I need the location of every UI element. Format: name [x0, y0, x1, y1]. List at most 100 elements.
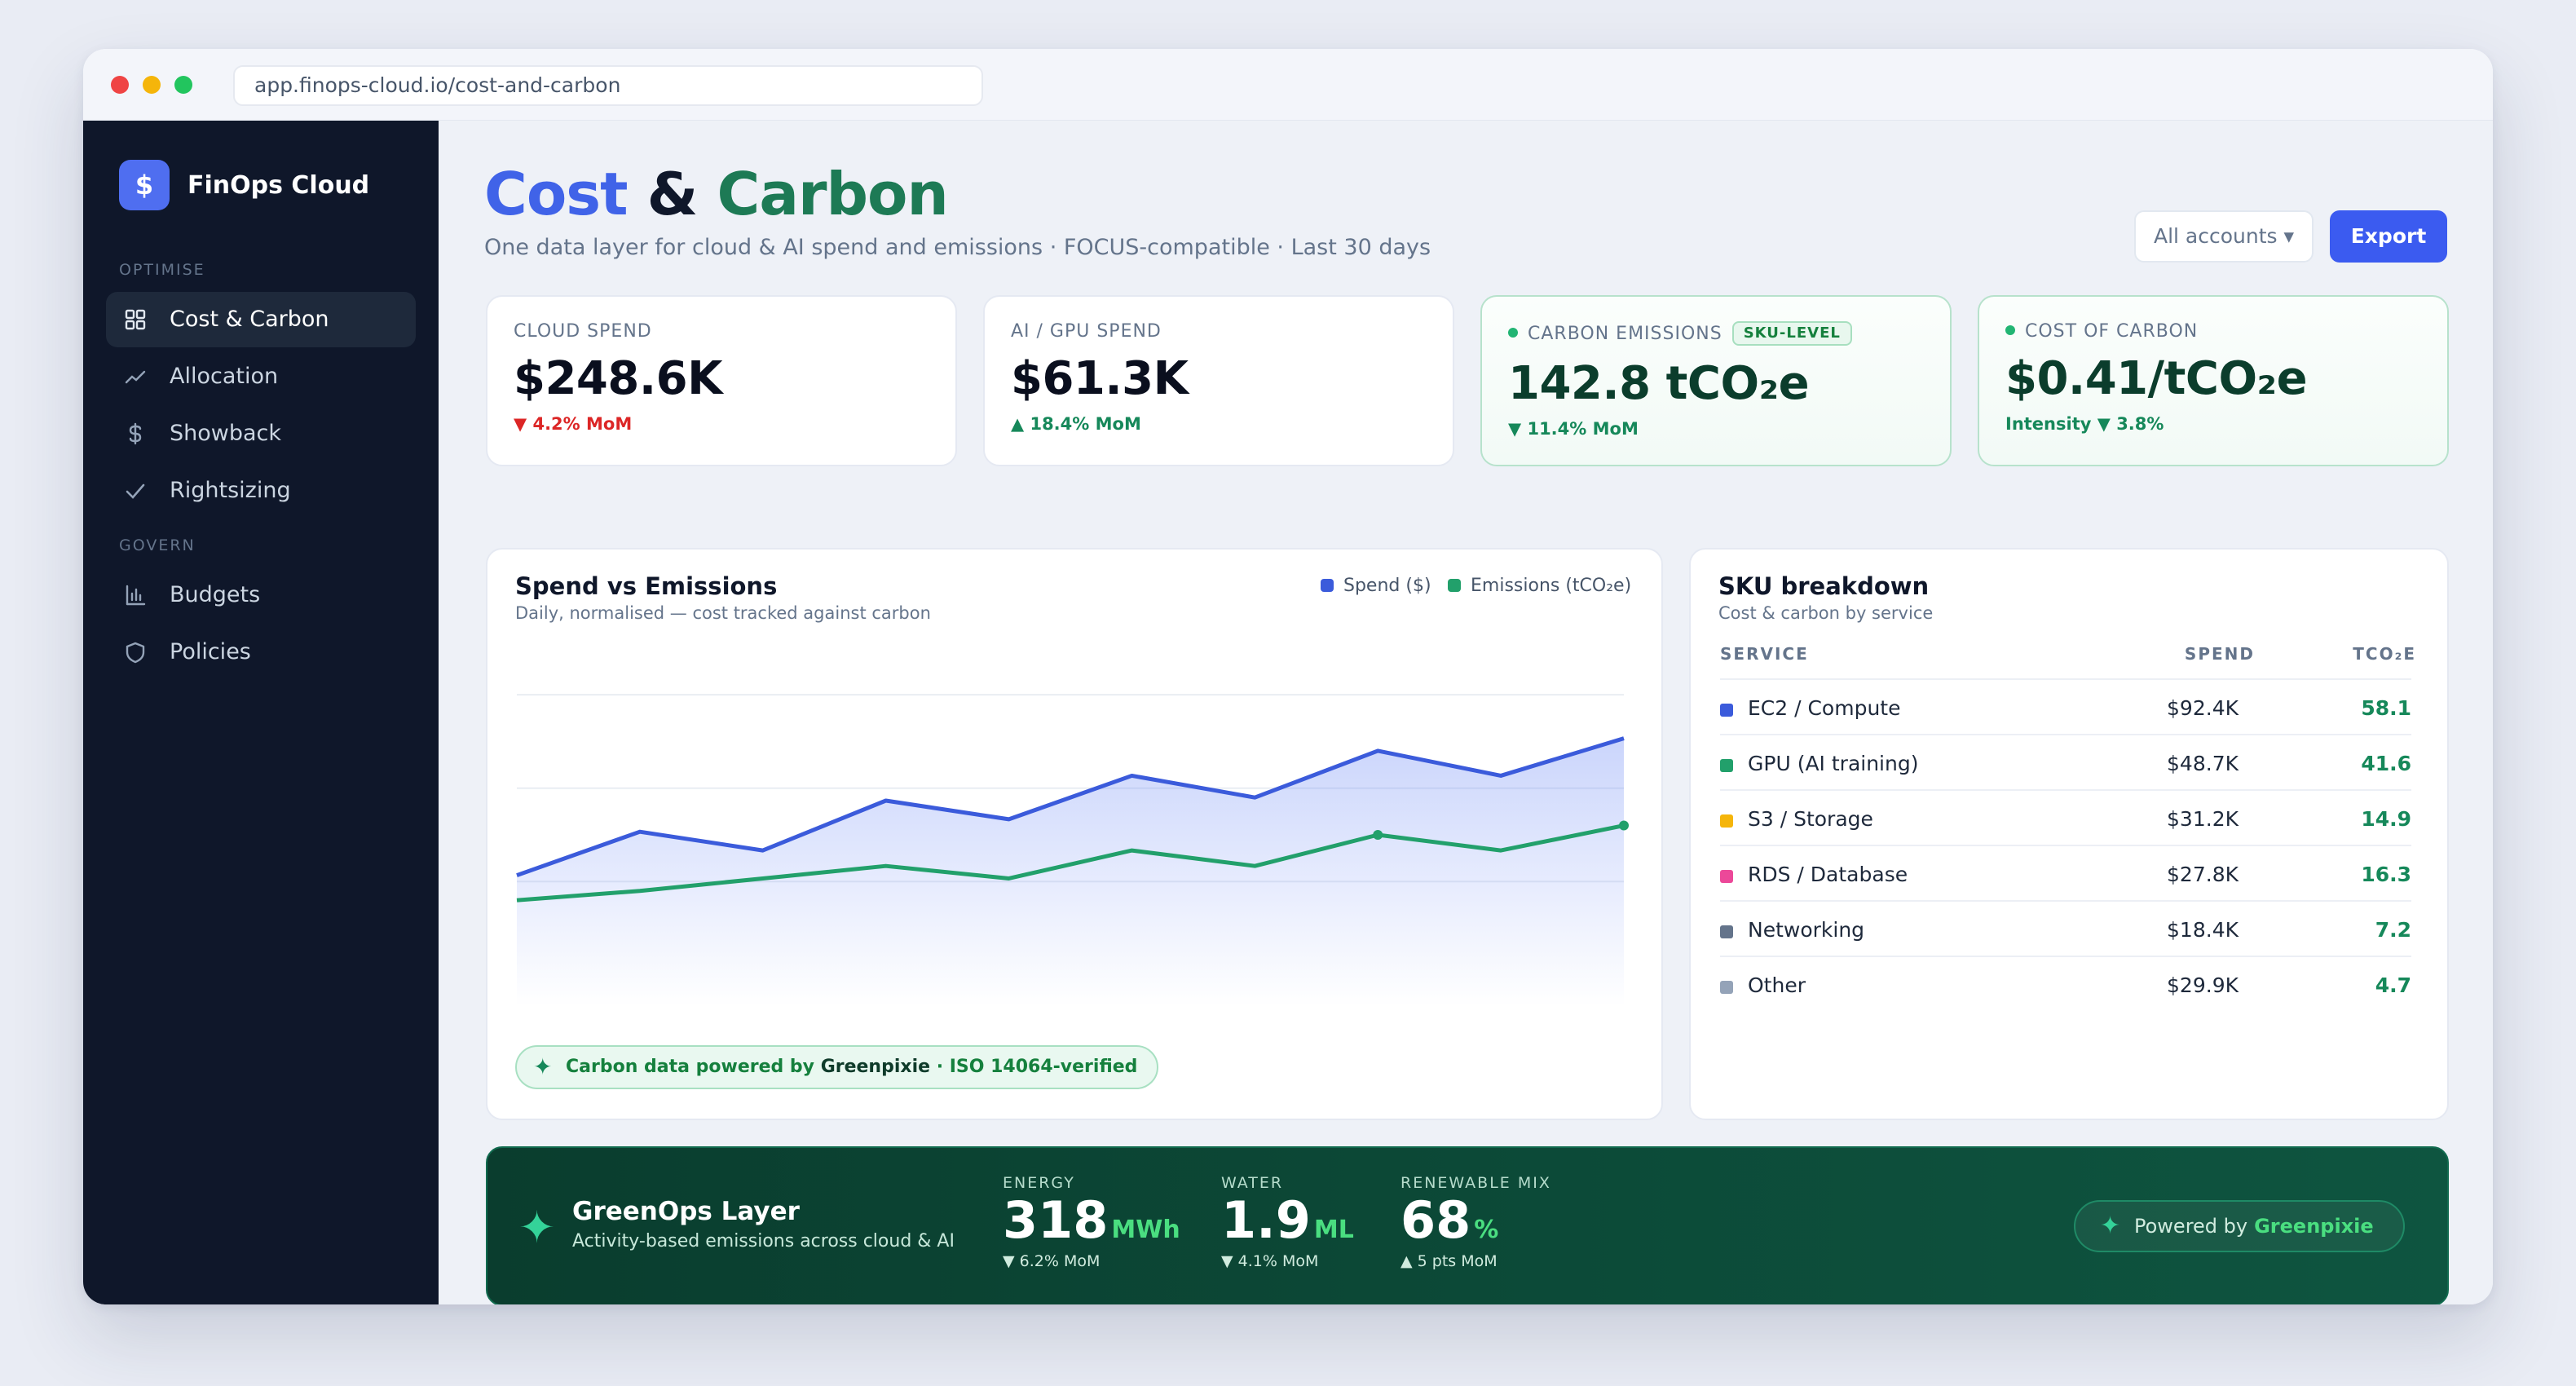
spend-emissions-chart	[516, 694, 1629, 1006]
service-name: RDS / Database	[1748, 863, 1908, 886]
kpi-card-carbon-emissions: CARBON EMISSIONS SKU-LEVEL 142.8 tCO₂e ▼ …	[1480, 295, 1952, 466]
check-icon	[126, 483, 145, 499]
service-spend: $92.4K	[2167, 696, 2239, 720]
service-name: GPU (AI training)	[1748, 752, 1919, 775]
emissions-point[interactable]	[1373, 830, 1383, 840]
sku-header-service: SERVICE	[1720, 644, 1809, 664]
sku-header-co2: TCO₂E	[2353, 644, 2416, 664]
sidebar-item-label: Budgets	[170, 582, 261, 607]
emissions-point[interactable]	[1619, 820, 1629, 831]
main-content: Cost & Carbon One data layer for cloud &…	[439, 121, 2493, 1304]
sparkle-icon: ✦	[2100, 1212, 2121, 1240]
service-swatch	[1720, 870, 1733, 883]
service-name: Networking	[1748, 918, 1865, 942]
service-name: Other	[1748, 973, 1806, 997]
kpi-delta: ▼ 4.2% MoM	[514, 414, 633, 434]
page-title-part: &	[646, 160, 699, 228]
table-row[interactable]: GPU (AI training) $48.7K 41.6	[1720, 734, 2411, 789]
service-spend: $27.8K	[2167, 863, 2239, 886]
sidebar-item-cost-carbon[interactable]: Cost & Carbon	[106, 292, 416, 347]
export-button[interactable]: Export	[2330, 210, 2447, 263]
metric-number: 318	[1003, 1190, 1109, 1250]
status-dot	[2005, 325, 2015, 335]
kpi-card-ai-gpu-spend: AI / GPU SPEND $61.3K ▲ 18.4% MoM	[983, 295, 1454, 466]
browser-window: app.finops-cloud.io/cost-and-carbon $ Fi…	[83, 49, 2493, 1304]
metric-number: 68	[1400, 1190, 1471, 1250]
sku-header-spend: SPEND	[2184, 644, 2255, 664]
sidebar-item-rightsizing[interactable]: Rightsizing	[106, 463, 416, 519]
kpi-label-text: COST OF CARBON	[2025, 321, 2199, 342]
sparkle-icon: ✦	[533, 1053, 553, 1080]
renewable-mix-value: 68%	[1400, 1190, 1498, 1250]
greenops-subtitle: Activity-based emissions across cloud & …	[572, 1231, 955, 1251]
service-co2: 4.7	[2375, 973, 2411, 997]
kpi-label: AI / GPU SPEND	[1011, 321, 1162, 342]
kpi-value: $61.3K	[1011, 352, 1189, 405]
kpi-value: $0.41/tCO₂e	[2005, 352, 2308, 405]
close-window-button[interactable]	[111, 76, 129, 94]
table-row[interactable]: RDS / Database $27.8K 16.3	[1720, 845, 2411, 900]
kpi-delta: ▼ 11.4% MoM	[1508, 419, 1639, 439]
sku-subtitle: Cost & carbon by service	[1718, 603, 1934, 623]
sidebar-item-policies[interactable]: Policies	[106, 625, 416, 680]
service-spend: $29.9K	[2167, 973, 2239, 997]
powered-prefix: Powered by	[2134, 1215, 2248, 1238]
kpi-card-cloud-spend: CLOUD SPEND $248.6K ▼ 4.2% MoM	[486, 295, 957, 466]
sparkle-icon: ✦	[518, 1202, 556, 1253]
spend-area	[517, 738, 1624, 1006]
sku-breakdown-card: SKU breakdown Cost & carbon by service S…	[1689, 548, 2449, 1120]
table-row[interactable]: Other $29.9K 4.7	[1720, 956, 2411, 1011]
sidebar-item-label: Rightsizing	[170, 478, 291, 503]
service-co2: 16.3	[2361, 863, 2411, 886]
service-co2: 41.6	[2361, 752, 2411, 775]
page-title: Cost & Carbon	[484, 160, 949, 228]
maximize-window-button[interactable]	[174, 76, 192, 94]
pill-prefix: Carbon data powered by	[566, 1057, 815, 1077]
page-subtitle: One data layer for cloud & AI spend and …	[484, 235, 1431, 260]
brand-logo: $	[119, 160, 170, 210]
metric-unit: ML	[1313, 1216, 1354, 1244]
page-title-part: Cost	[484, 160, 629, 228]
service-co2: 58.1	[2361, 696, 2411, 720]
title-bar: app.finops-cloud.io/cost-and-carbon	[83, 49, 2493, 121]
sidebar: $ FinOps Cloud OPTIMISE Cost & Carbon Al…	[83, 121, 439, 1304]
kpi-delta: ▲ 18.4% MoM	[1011, 414, 1141, 434]
grid-icon	[125, 309, 146, 330]
service-name: S3 / Storage	[1748, 807, 1873, 831]
powered-by-greenpixie-badge[interactable]: ✦ Powered by Greenpixie	[2074, 1200, 2405, 1252]
renewable-mix-label: RENEWABLE MIX	[1400, 1174, 1551, 1192]
greenops-title: GreenOps Layer	[572, 1197, 800, 1226]
service-co2: 7.2	[2375, 918, 2411, 942]
service-spend: $48.7K	[2167, 752, 2239, 775]
water-delta: ▼ 4.1% MoM	[1221, 1252, 1319, 1270]
water-value: 1.9 ML	[1221, 1190, 1354, 1250]
sidebar-item-allocation[interactable]: Allocation	[106, 349, 416, 404]
sku-title: SKU breakdown	[1718, 572, 1930, 600]
metric-unit: %	[1474, 1216, 1499, 1244]
service-swatch	[1720, 981, 1733, 994]
address-bar[interactable]: app.finops-cloud.io/cost-and-carbon	[233, 65, 983, 106]
service-swatch	[1720, 925, 1733, 938]
table-row[interactable]: Networking $18.4K 7.2	[1720, 900, 2411, 956]
service-name: EC2 / Compute	[1748, 696, 1901, 720]
sku-level-badge: SKU-LEVEL	[1731, 321, 1852, 346]
powered-brand: Greenpixie	[2254, 1215, 2374, 1238]
sidebar-item-showback[interactable]: Showback	[106, 406, 416, 461]
kpi-label: CARBON EMISSIONS SKU-LEVEL	[1508, 321, 1852, 346]
greenpixie-attribution-pill: ✦ Carbon data powered by Greenpixie · IS…	[515, 1045, 1159, 1089]
kpi-card-cost-of-carbon: COST OF CARBON $0.41/tCO₂e Intensity ▼ 3…	[1978, 295, 2449, 466]
accounts-dropdown[interactable]: All accounts ▾	[2134, 210, 2314, 263]
table-row[interactable]: S3 / Storage $31.2K 14.9	[1720, 789, 2411, 845]
metric-number: 1.9	[1221, 1190, 1311, 1250]
service-spend: $18.4K	[2167, 918, 2239, 942]
energy-value: 318 MWh	[1003, 1190, 1180, 1250]
status-dot	[1508, 328, 1518, 338]
minimize-window-button[interactable]	[143, 76, 161, 94]
sidebar-item-budgets[interactable]: Budgets	[106, 567, 416, 623]
kpi-value: 142.8 tCO₂e	[1508, 357, 1810, 410]
service-swatch	[1720, 759, 1733, 772]
table-row[interactable]: EC2 / Compute $92.4K 58.1	[1720, 678, 2411, 734]
pill-suffix: · ISO 14064-verified	[936, 1057, 1138, 1077]
greenops-layer-banner: ✦ GreenOps Layer Activity-based emission…	[486, 1146, 2449, 1304]
trend-icon	[125, 370, 146, 384]
